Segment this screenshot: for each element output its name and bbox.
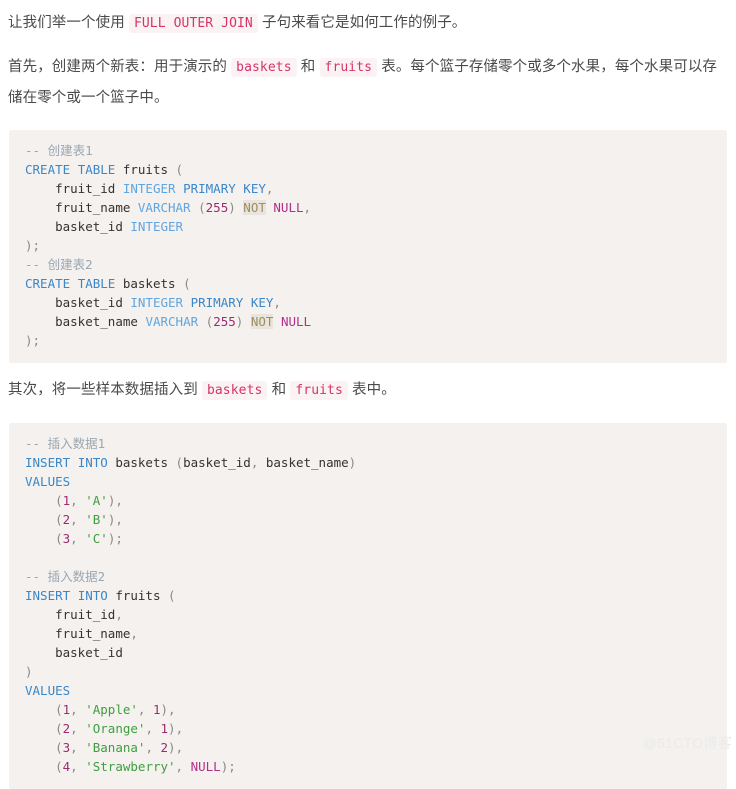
- code-block-create-tables[interactable]: -- 创建表1 CREATE TABLE fruits ( fruit_id I…: [9, 130, 727, 363]
- paragraph-intro-text-before: 让我们举一个使用: [8, 15, 125, 31]
- inline-code-fruits-2: fruits: [290, 381, 348, 400]
- paragraph-intro-text-after: 子句来看它是如何工作的例子。: [262, 15, 467, 31]
- paragraph-insert-data: 其次，将一些样本数据插入到 baskets 和 fruits 表中。: [0, 363, 736, 406]
- paragraph-create-tables-seg1: 首先，创建两个新表：用于演示的: [8, 59, 227, 75]
- paragraph-insert-data-seg2: 和: [271, 382, 287, 398]
- paragraph-intro: 让我们举一个使用 FULL OUTER JOIN 子句来看它是如何工作的例子。: [0, 0, 736, 39]
- inline-code-baskets-2: baskets: [201, 381, 268, 400]
- article-page: 让我们举一个使用 FULL OUTER JOIN 子句来看它是如何工作的例子。 …: [0, 0, 736, 789]
- inline-code-baskets-1: baskets: [231, 58, 297, 77]
- paragraph-insert-data-seg3: 表中。: [352, 382, 396, 398]
- code-block-create-tables-content[interactable]: -- 创建表1 CREATE TABLE fruits ( fruit_id I…: [9, 141, 727, 350]
- code-block-insert-data[interactable]: -- 插入数据1 INSERT INTO baskets (basket_id,…: [9, 423, 727, 789]
- paragraph-create-tables-seg2: 和: [300, 59, 316, 75]
- inline-code-fruits-1: fruits: [319, 58, 378, 77]
- paragraph-create-tables: 首先，创建两个新表：用于演示的 baskets 和 fruits 表。每个篮子存…: [0, 39, 736, 114]
- code-block-insert-data-content[interactable]: -- 插入数据1 INSERT INTO baskets (basket_id,…: [9, 434, 727, 776]
- paragraph-insert-data-seg1: 其次，将一些样本数据插入到: [8, 382, 198, 398]
- inline-code-full-outer-join: FULL OUTER JOIN: [128, 14, 258, 33]
